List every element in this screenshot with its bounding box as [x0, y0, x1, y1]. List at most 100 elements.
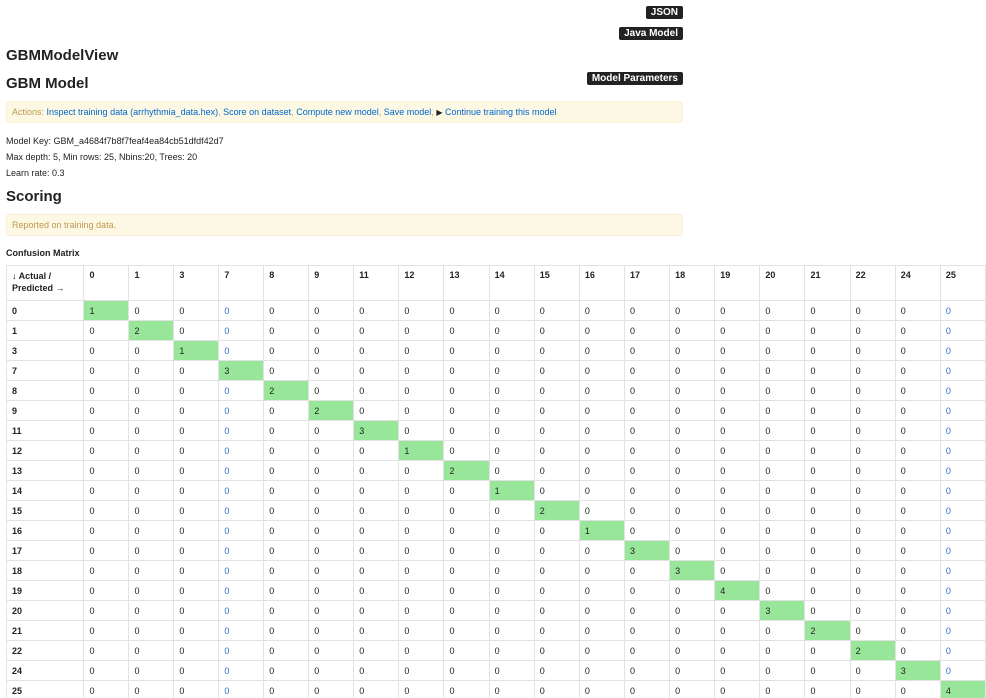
matrix-cell: 0: [308, 540, 355, 561]
matrix-cell: 0: [263, 580, 310, 601]
matrix-cell: 0: [714, 300, 761, 321]
actual-axis-label: ↓ Actual /: [12, 271, 52, 281]
matrix-cell: 0: [939, 580, 986, 601]
inspect-training-data-link[interactable]: Inspect training data (arrhythmia_data.h…: [47, 107, 219, 117]
matrix-cell: 0: [398, 640, 445, 661]
matrix-cell: 0: [939, 540, 986, 561]
matrix-cell: 0: [939, 440, 986, 461]
matrix-cell: 0: [849, 460, 896, 481]
matrix-cell: 0: [218, 420, 265, 441]
matrix-cell: 0: [488, 660, 535, 681]
matrix-cell: 0: [623, 600, 671, 621]
matrix-cell: 0: [83, 580, 130, 601]
matrix-cell: 0: [759, 520, 806, 541]
matrix-cell: 0: [83, 400, 130, 421]
continue-training-link[interactable]: Continue training this model: [445, 107, 557, 117]
matrix-cell-correct: 3: [623, 540, 671, 561]
matrix-cell: 0: [128, 340, 175, 361]
matrix-cell: 0: [83, 660, 130, 681]
matrix-cell: 0: [443, 580, 490, 601]
matrix-cell: 0: [353, 600, 400, 621]
confusion-matrix-container[interactable]: ↓ Actual / Predicted → 0 1 3 7 8 9 11 12 13 14 15 1…: [6, 265, 986, 698]
matrix-cell: 0: [488, 680, 535, 698]
matrix-cell: 0: [894, 480, 941, 501]
matrix-cell: 0: [353, 520, 400, 541]
matrix-cell: 0: [894, 380, 941, 401]
matrix-cell: 0: [714, 460, 761, 481]
matrix-cell: 0: [263, 500, 310, 521]
matrix-cell: 0: [759, 580, 806, 601]
matrix-cell: 0: [714, 400, 761, 421]
matrix-cell: 0: [623, 500, 671, 521]
matrix-cell: 0: [759, 500, 806, 521]
matrix-cell: 0: [488, 400, 535, 421]
matrix-cell: 0: [398, 340, 445, 361]
matrix-cell: 0: [218, 300, 265, 321]
matrix-cell: 0: [353, 340, 400, 361]
matrix-cell: 0: [669, 340, 716, 361]
matrix-col-header: 11: [353, 265, 400, 301]
matrix-cell: 0: [353, 540, 400, 561]
matrix-cell: 0: [308, 360, 355, 381]
matrix-cell: 0: [443, 620, 490, 641]
matrix-cell: 0: [173, 400, 220, 421]
matrix-cell: 0: [669, 600, 716, 621]
confusion-matrix-title: Confusion Matrix: [6, 248, 80, 258]
matrix-cell: 0: [669, 520, 716, 541]
score-on-dataset-link[interactable]: Score on dataset: [223, 107, 291, 117]
matrix-cell: 0: [759, 460, 806, 481]
matrix-cell: 0: [759, 360, 806, 381]
matrix-cell: 0: [669, 380, 716, 401]
matrix-cell: 0: [578, 340, 625, 361]
matrix-cell: 0: [804, 480, 851, 501]
matrix-cell: 0: [894, 360, 941, 381]
model-heading: GBM Model: [6, 75, 89, 92]
matrix-cell: 0: [308, 440, 355, 461]
matrix-cell: 0: [83, 620, 130, 641]
matrix-cell: 0: [623, 640, 671, 661]
matrix-cell: 0: [939, 380, 986, 401]
matrix-cell: 0: [308, 340, 355, 361]
model-parameters-button[interactable]: Model Parameters: [586, 72, 683, 85]
matrix-cell: 0: [759, 420, 806, 441]
matrix-cell: 0: [849, 420, 896, 441]
matrix-cell: 0: [533, 540, 580, 561]
matrix-cell: 0: [804, 580, 851, 601]
matrix-cell: 0: [128, 420, 175, 441]
matrix-row-header: 14: [6, 480, 85, 501]
matrix-cell: 0: [308, 640, 355, 661]
matrix-cell: 0: [443, 480, 490, 501]
java-model-button[interactable]: Java Model: [619, 27, 683, 40]
matrix-cell-correct: 3: [894, 660, 941, 681]
matrix-cell: 0: [353, 400, 400, 421]
matrix-col-header: 7: [218, 265, 265, 301]
matrix-cell: 0: [308, 460, 355, 481]
matrix-cell: 0: [128, 360, 175, 381]
compute-new-model-link[interactable]: Compute new model: [296, 107, 379, 117]
matrix-cell: 0: [578, 440, 625, 461]
json-button[interactable]: JSON: [645, 6, 683, 19]
matrix-cell: 0: [263, 520, 310, 541]
matrix-cell: 0: [218, 600, 265, 621]
matrix-row: 21 0 0 0 0 0 0 0 0 0 0 0 0 0 0 0 0 2 0 0 0: [6, 620, 986, 641]
matrix-cell: 0: [939, 300, 986, 321]
save-model-link[interactable]: Save model: [384, 107, 432, 117]
matrix-cell: 0: [128, 380, 175, 401]
matrix-row-header: 8: [6, 380, 85, 401]
matrix-cell: 0: [849, 580, 896, 601]
matrix-col-header: 12: [398, 265, 445, 301]
matrix-cell-correct: 3: [759, 600, 806, 621]
matrix-cell: 0: [939, 560, 986, 581]
matrix-cell: 0: [173, 360, 220, 381]
matrix-col-header: 13: [443, 265, 490, 301]
matrix-cell: 0: [398, 560, 445, 581]
matrix-row: 22 0 0 0 0 0 0 0 0 0 0 0 0 0 0 0 0 0 2 0 0: [6, 640, 986, 661]
matrix-cell: 0: [623, 460, 671, 481]
matrix-cell: 0: [128, 680, 175, 698]
matrix-cell: 0: [578, 400, 625, 421]
matrix-cell: 0: [218, 560, 265, 581]
matrix-cell: 0: [578, 320, 625, 341]
matrix-cell: 0: [398, 540, 445, 561]
matrix-cell: 0: [398, 620, 445, 641]
matrix-cell: 0: [939, 320, 986, 341]
